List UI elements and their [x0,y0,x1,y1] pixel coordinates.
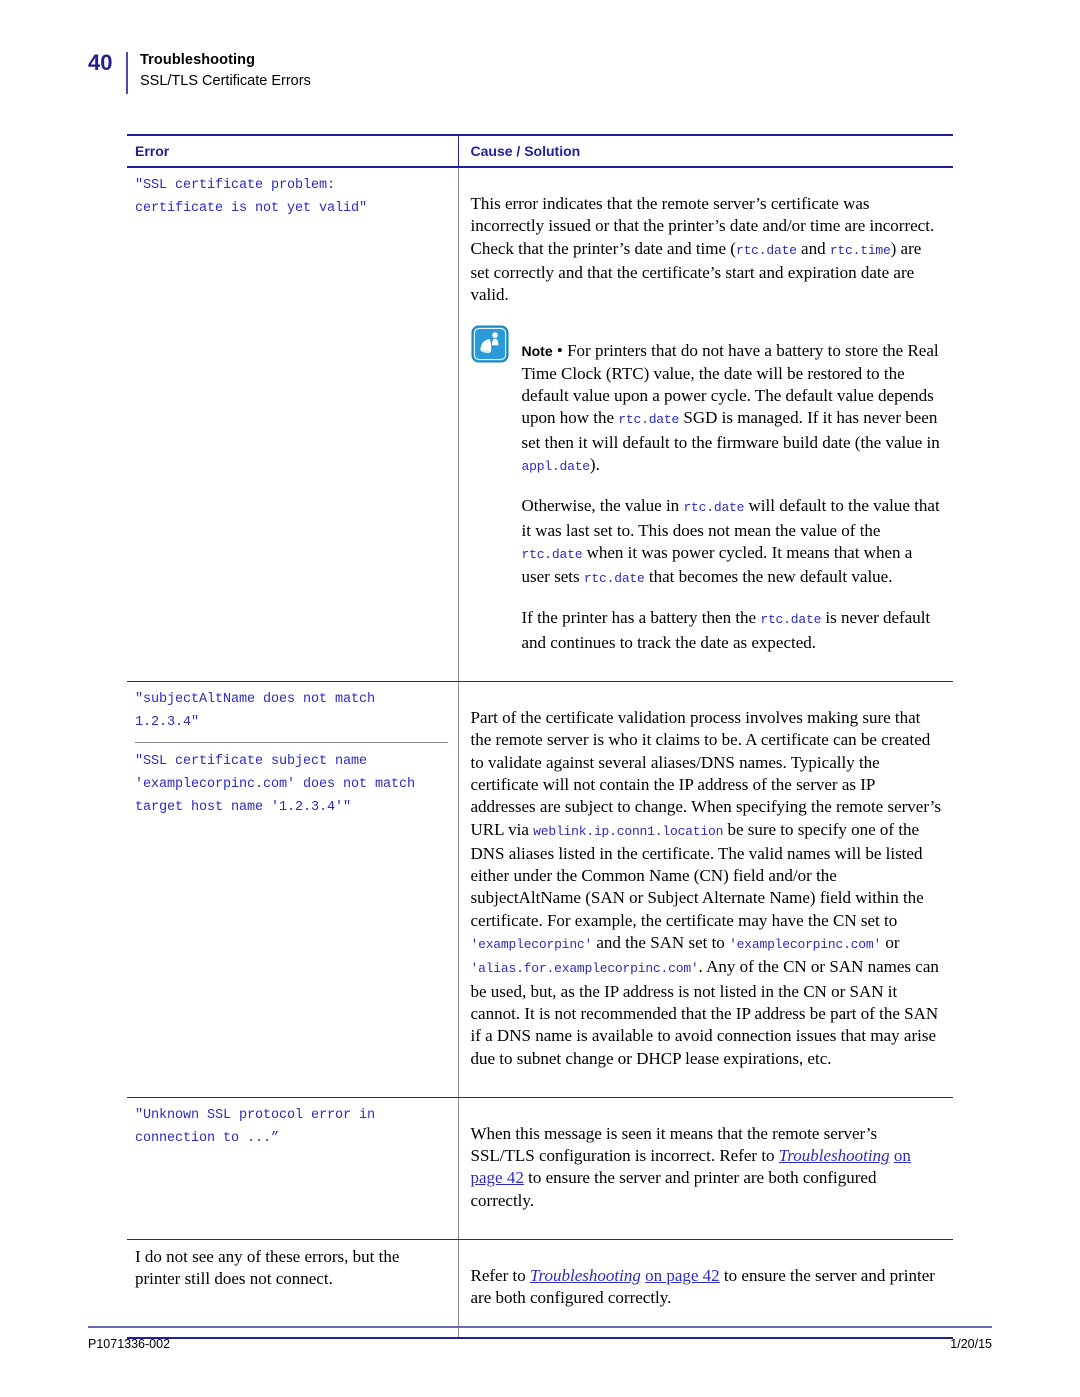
code-appl-date: appl.date [521,458,591,474]
cause-paragraph: Refer to Troubleshooting on page 42 to e… [471,1265,944,1310]
chapter-title: Troubleshooting [140,52,256,68]
table-header: Error Cause / Solution [127,134,953,168]
cause-cell: Refer to Troubleshooting on page 42 to e… [457,1239,953,1339]
code-rtc-date: rtc.date [760,612,822,628]
note-label: Note [521,343,553,360]
footer-row: P1071336-002 1/20/15 [88,1337,992,1351]
text-segment: ). [589,454,600,474]
cause-paragraph: This error indicates that the remote ser… [471,193,944,306]
cause-cell: Part of the certificate validation proce… [457,681,953,1098]
cross-reference-link-troubleshooting[interactable]: Troubleshooting [530,1266,641,1285]
code-san-alias-value: 'alias.for.examplecorpinc.com' [470,961,699,977]
note-paragraph: Otherwise, the value in rtc.date will de… [522,495,944,590]
ssl-error-table: Error Cause / Solution "SSL certificate … [127,134,953,1339]
column-header-cause-solution: Cause / Solution [457,134,953,168]
text-segment: or [881,933,900,953]
table-row: I do not see any of these errors, but th… [127,1239,953,1339]
table-row: "Unknown SSL protocol error in connectio… [127,1097,953,1240]
error-message: "SSL certificate subject name 'exampleco… [135,742,448,825]
error-cell: "subjectAltName does not match 1.2.3.4" … [127,681,458,1098]
table-row: "SSL certificate problem: certificate is… [127,167,953,683]
cause-cell: This error indicates that the remote ser… [457,167,953,683]
error-description: I do not see any of these errors, but th… [135,1246,400,1289]
text-segment: and [796,238,830,258]
cross-reference-link-troubleshooting[interactable]: Troubleshooting [779,1146,890,1165]
page-number: 40 [88,50,113,75]
cause-paragraph: When this message is seen it means that … [471,1123,944,1212]
text-segment: to ensure the server and printer are bot… [470,1168,877,1210]
table-header-row: Error Cause / Solution [127,134,953,168]
table-body: "SSL certificate problem: certificate is… [127,167,953,1339]
table-row: "subjectAltName does not match 1.2.3.4" … [127,681,953,1098]
column-header-cause-label: Cause [470,143,513,159]
error-message: "subjectAltName does not match 1.2.3.4" [135,692,376,731]
cause-paragraph: Part of the certificate validation proce… [471,707,944,1070]
note-bullet: • [552,341,568,361]
code-rtc-time: rtc.time [829,242,891,258]
note-icon [470,325,509,364]
column-header-solution-label: Solution [524,143,581,159]
text-segment: Refer to [470,1265,530,1285]
document-number: P1071336-002 [88,1337,171,1351]
column-header-separator: / [512,143,525,159]
note-paragraph: Note • For printers that do not have a b… [522,340,944,478]
document-date: 1/20/15 [950,1337,992,1351]
page-header: 40 Troubleshooting SSL/TLS Certificate E… [88,50,311,96]
code-san-value: 'examplecorpinc.com' [729,937,882,953]
error-cell: "Unknown SSL protocol error in connectio… [127,1097,458,1240]
header-divider [126,52,128,94]
error-message: "SSL certificate problem: certificate is… [135,178,368,216]
cause-cell: When this message is seen it means that … [457,1097,953,1240]
text-segment: If the printer has a battery then the [521,608,761,628]
code-cn-value: 'examplecorpinc' [470,937,593,953]
error-message: "Unknown SSL protocol error in connectio… [135,1107,376,1146]
code-rtc-date: rtc.date [583,571,645,587]
cross-reference-link-page[interactable]: on page 42 [645,1266,720,1285]
column-header-error: Error [127,134,458,168]
header-titles: Troubleshooting SSL/TLS Certificate Erro… [140,50,311,92]
note-paragraph: If the printer has a battery then the rt… [522,607,944,654]
code-rtc-date: rtc.date [683,500,745,516]
error-cell: "SSL certificate problem: certificate is… [127,167,458,683]
text-segment: that becomes the new default value. [644,567,893,587]
code-rtc-date: rtc.date [735,242,797,258]
section-title: SSL/TLS Certificate Errors [140,73,311,89]
text-segment: and the SAN set to [592,933,730,953]
note-body: Note • For printers that do not have a b… [522,323,944,671]
text-segment: Otherwise, the value in [521,496,684,516]
note-block: Note • For printers that do not have a b… [470,323,944,671]
code-rtc-date: rtc.date [618,412,680,428]
footer-divider [88,1326,992,1328]
code-rtc-date: rtc.date [521,546,583,562]
code-weblink-location: weblink.ip.conn1.location [533,823,724,839]
page-footer: P1071336-002 1/20/15 [88,1326,992,1351]
error-cell: I do not see any of these errors, but th… [127,1239,458,1339]
